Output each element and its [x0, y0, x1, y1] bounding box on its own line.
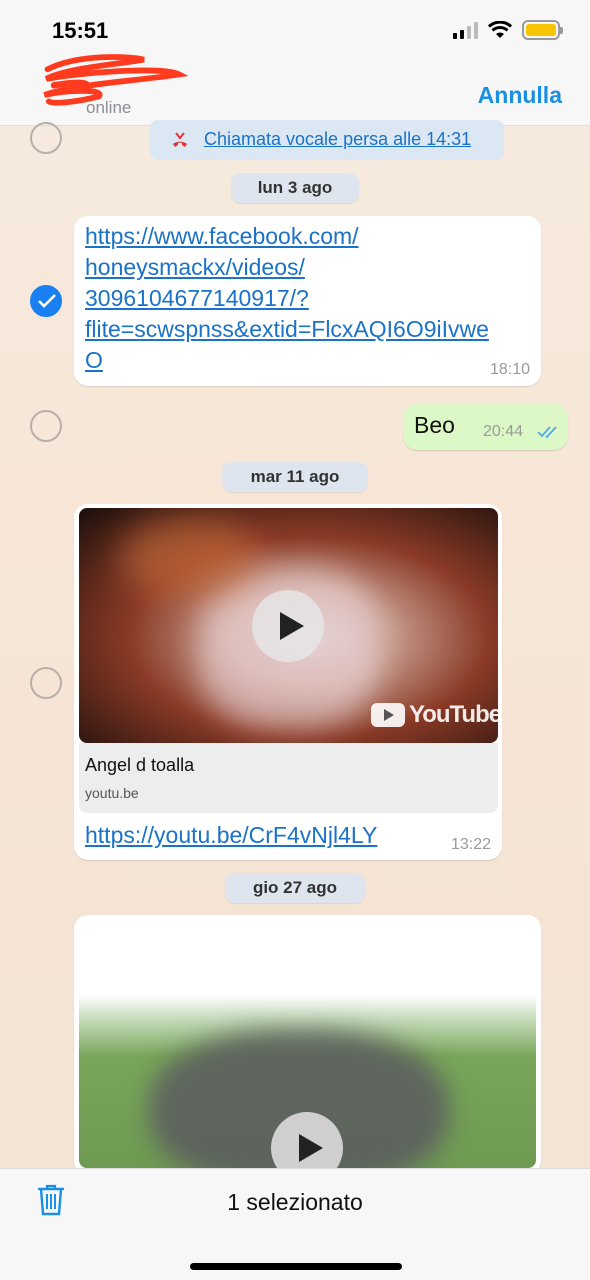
selected-count: 1 selezionato	[227, 1189, 363, 1215]
status-time: 15:51	[52, 18, 109, 43]
preview-title: Angel d toalla	[85, 755, 195, 775]
youtube-logo: YouTube	[371, 701, 498, 729]
link-line: flite=scwspnss&extid=FlcxAQI6O9iIvwe	[85, 316, 489, 342]
play-icon[interactable]	[252, 590, 324, 662]
missed-call-text: Chiamata vocale persa alle 14:31	[204, 129, 472, 149]
select-circle-link-message[interactable]	[30, 285, 62, 317]
link-line: O	[85, 347, 103, 373]
message-bubble-link[interactable]: https://www.facebook.com/ honeysmackx/vi…	[74, 216, 541, 386]
missed-call-notice[interactable]: Chiamata vocale persa alle 14:31	[150, 120, 504, 160]
message-bubble-outgoing[interactable]: Beo 20:44	[403, 404, 568, 450]
message-time: 20:44	[483, 423, 524, 440]
link-line: https://www.facebook.com/	[85, 223, 359, 249]
checkmark-icon	[38, 294, 56, 308]
home-indicator[interactable]	[190, 1263, 402, 1270]
message-bubble-video[interactable]	[74, 915, 541, 1175]
select-circle-video-message[interactable]	[30, 667, 62, 699]
message-text: Beo	[414, 412, 455, 438]
date-separator: lun 3 ago	[231, 173, 359, 203]
wifi-icon	[488, 21, 512, 38]
link-preview-card[interactable]: Angel d toalla youtu.be	[79, 743, 498, 813]
cellular-signal-icon	[453, 21, 478, 39]
video-thumbnail[interactable]	[79, 920, 536, 1168]
battery-icon	[522, 20, 563, 40]
message-time: 13:22	[450, 836, 491, 853]
missed-call-icon	[173, 132, 187, 147]
youtube-logo-text: YouTube	[409, 701, 498, 728]
date-separator: mar 11 ago	[222, 462, 368, 492]
select-circle-missed-call[interactable]	[30, 122, 62, 154]
date-separator: gio 27 ago	[225, 873, 365, 903]
video-thumbnail[interactable]: YouTube	[79, 508, 498, 743]
preview-domain: youtu.be	[85, 785, 139, 801]
link-line: 3096104677140917/?	[85, 285, 309, 311]
status-icons	[453, 20, 563, 40]
select-circle-outgoing[interactable]	[30, 410, 62, 442]
facebook-link[interactable]: https://www.facebook.com/ honeysmackx/vi…	[85, 221, 525, 376]
youtube-link[interactable]: https://youtu.be/CrF4vNjl4LY	[85, 820, 377, 851]
message-bubble-video[interactable]: YouTube Angel d toalla youtu.be https://…	[74, 504, 502, 860]
message-time: 18:10	[489, 361, 530, 378]
selection-toolbar: 1 selezionato	[0, 1168, 590, 1280]
cancel-button[interactable]: Annulla	[478, 82, 562, 109]
link-line: honeysmackx/videos/	[85, 254, 305, 280]
read-receipt-icon	[537, 426, 557, 439]
